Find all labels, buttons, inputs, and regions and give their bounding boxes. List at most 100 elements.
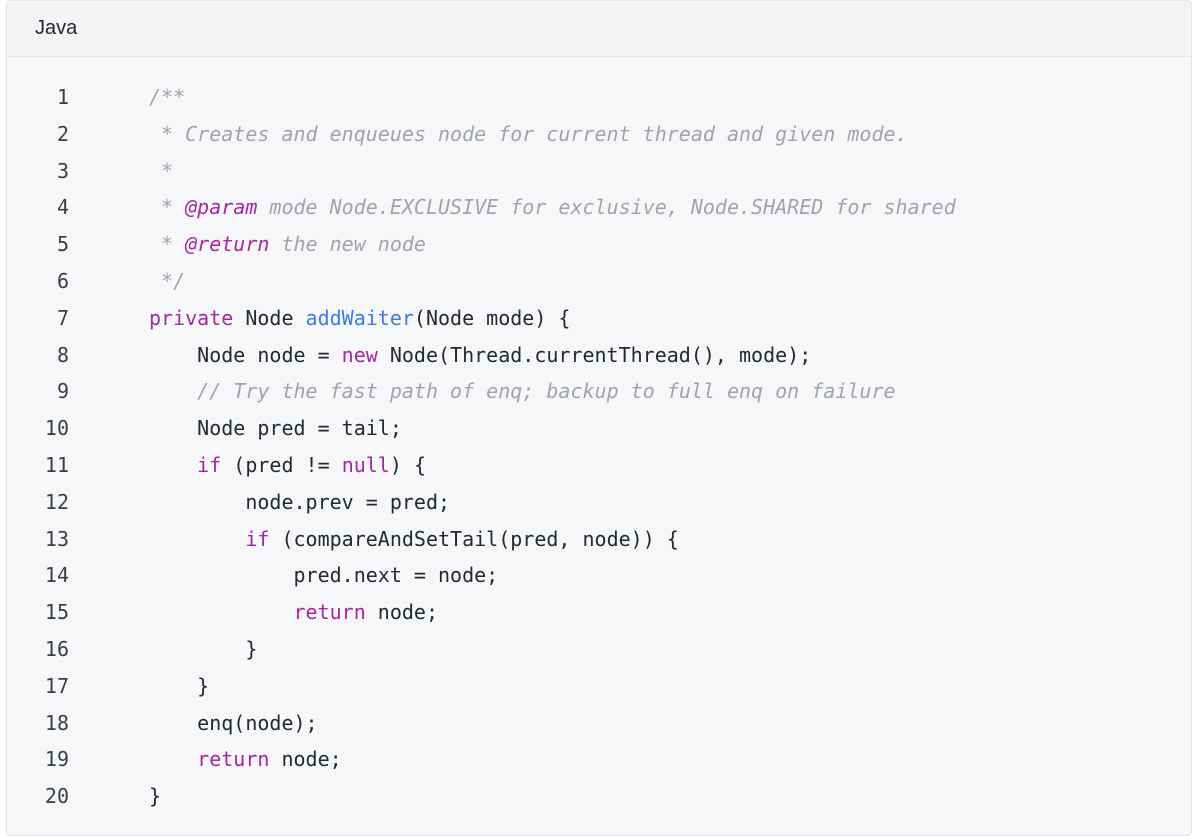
code-content: private Node addWaiter(Node mode) { [69,300,570,337]
code-line: 9 // Try the fast path of enq; backup to… [7,373,1191,410]
code-content: */ [69,263,185,300]
code-content: } [69,668,209,705]
code-text: (pred != [221,452,342,477]
code-keyword: return [197,747,270,772]
code-line: 11 if (pred != null) { [7,447,1191,484]
code-line: 15 return node; [7,594,1191,631]
code-body[interactable]: 1 /** 2 * Creates and enqueues node for cu… [7,79,1191,815]
code-text: (Node mode) { [413,305,571,330]
code-comment: * [149,195,186,220]
code-text: pred.next = node; [149,563,499,588]
code-keyword: if [197,452,222,477]
code-content: /** [69,79,185,116]
code-comment: mode Node.EXCLUSIVE for exclusive, Node.… [257,195,956,220]
code-content: Node node = new Node(Thread.currentThrea… [69,337,811,374]
code-content: // Try the fast path of enq; backup to f… [69,373,896,410]
code-text: } [149,784,162,809]
line-number: 3 [56,158,69,183]
code-line: 1 /** [7,79,1191,116]
code-line: 4 * @param mode Node.EXCLUSIVE for exclu… [7,189,1191,226]
code-text: node.prev = pred; [149,489,451,514]
code-text: Node pred = tail; [149,416,402,441]
code-text: } [149,673,210,698]
code-content: * [69,153,173,190]
code-content: if (compareAndSetTail(pred, node)) { [69,521,679,558]
code-content: return node; [69,741,342,778]
code-line: 12 node.prev = pred; [7,484,1191,521]
code-text: ) { [389,452,426,477]
code-content: Node pred = tail; [69,410,402,447]
code-block-header: Java [7,1,1191,57]
line-number: 18 [44,710,69,735]
code-line: 16 } [7,631,1191,668]
code-comment: // Try the fast path of enq; backup to f… [197,379,896,404]
code-line: 8 Node node = new Node(Thread.currentThr… [7,337,1191,374]
code-text: } [149,636,258,661]
line-number: 13 [44,526,69,551]
line-number: 2 [56,121,69,146]
code-content: * Creates and enqueues node for current … [69,116,908,153]
code-line: 2 * Creates and enqueues node for curren… [7,116,1191,153]
code-function-name: addWaiter [305,305,414,330]
code-text: Node(Thread.currentThread(), mode); [377,342,812,367]
code-line: 20} [7,778,1191,815]
code-content: } [69,778,161,815]
code-comment: */ [149,268,186,293]
line-number: 12 [44,489,69,514]
line-number: 16 [44,636,69,661]
code-content: pred.next = node; [69,557,498,594]
line-number: 10 [44,416,69,441]
code-keyword: new [341,342,378,367]
code-comment: the new node [269,232,426,257]
line-number: 4 [56,195,69,220]
code-line: 14 pred.next = node; [7,557,1191,594]
code-text: node; [365,600,438,625]
code-text: Node [233,305,306,330]
code-content: return node; [69,594,439,631]
line-number: 19 [44,747,69,772]
code-content: if (pred != null) { [69,447,426,484]
code-line: 3 * [7,153,1191,190]
language-label: Java [35,17,78,39]
line-number: 1 [56,85,69,109]
code-doc-tag: @param [185,195,258,220]
code-content: * @param mode Node.EXCLUSIVE for exclusi… [69,189,956,226]
code-doc-tag: @return [185,232,270,257]
code-text: enq(node); [149,710,318,735]
code-line: 6 */ [7,263,1191,300]
code-content: node.prev = pred; [69,484,450,521]
code-keyword: private [149,305,234,330]
line-number: 9 [56,379,69,404]
line-number: 11 [44,452,69,477]
code-keyword: return [293,600,366,625]
code-line: 10 Node pred = tail; [7,410,1191,447]
code-content: enq(node); [69,705,318,742]
code-keyword: null [341,452,390,477]
line-number: 7 [56,305,69,330]
line-number: 17 [44,673,69,698]
code-text: (compareAndSetTail(pred, node)) { [269,526,679,551]
code-line: 7 private Node addWaiter(Node mode) { [7,300,1191,337]
code-line: 19 return node; [7,741,1191,778]
code-line: 17 } [7,668,1191,705]
code-comment: * [149,158,174,183]
code-comment: /** [149,85,186,109]
line-number: 14 [44,563,69,588]
code-line: 5 * @return the new node [7,226,1191,263]
line-number: 20 [44,784,69,809]
code-keyword: if [245,526,270,551]
code-text: node; [269,747,342,772]
line-number: 15 [44,600,69,625]
line-number: 6 [56,268,69,293]
code-content: * @return the new node [69,226,426,263]
code-comment: * [149,232,186,257]
line-number: 5 [56,232,69,257]
code-content: } [69,631,257,668]
code-text: Node node = [149,342,342,367]
code-line: 13 if (compareAndSetTail(pred, node)) { [7,521,1191,558]
